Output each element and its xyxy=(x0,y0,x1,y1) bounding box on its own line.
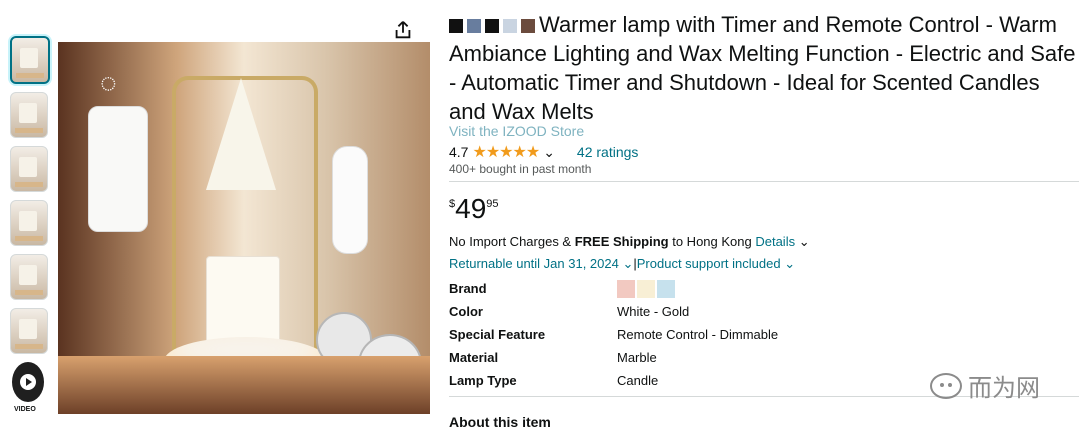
title-text: Warmer lamp with Timer and Remote Contro… xyxy=(449,12,1076,124)
product-title: Warmer lamp with Timer and Remote Contro… xyxy=(449,10,1079,126)
thumbnail-image[interactable] xyxy=(10,308,48,354)
spec-label: Material xyxy=(449,350,499,365)
lamp-shade xyxy=(206,78,276,190)
price-currency: $ xyxy=(449,198,456,210)
about-heading: About this item xyxy=(449,414,551,430)
chat-icon xyxy=(930,372,962,399)
brand-swatches xyxy=(617,277,949,300)
support-link[interactable]: Product support included xyxy=(637,256,781,271)
price-fraction: 95 xyxy=(486,198,499,210)
table-surface xyxy=(58,356,430,414)
product-specs: Brand Color White - Gold Special Feature R… xyxy=(449,277,949,392)
store-link[interactable]: Visit the IZOOD Store xyxy=(449,123,584,139)
chevron-down-icon[interactable]: ⌄ xyxy=(619,256,633,271)
thumbnail-table xyxy=(15,236,43,241)
spec-row: Material Marble xyxy=(449,346,949,369)
rating-row: 4.7 ★★★★★ ⌄ 42 ratings xyxy=(449,142,638,162)
ratings-link[interactable]: 42 ratings xyxy=(577,144,638,160)
color-swatch xyxy=(617,279,635,298)
shipping-info: No Import Charges & FREE Shipping to Hon… xyxy=(449,234,810,250)
returnable-link[interactable]: Returnable until Jan 31, 2024 xyxy=(449,256,619,271)
watermark: 而为网 xyxy=(930,368,1040,403)
shipping-location: to Hong Kong xyxy=(668,234,756,249)
spec-row: Brand xyxy=(449,277,949,300)
star-rating-icon[interactable]: ★★★★★ xyxy=(472,142,540,162)
thumbnail-table xyxy=(15,290,43,295)
divider xyxy=(449,181,1079,182)
spec-row: Lamp Type Candle xyxy=(449,369,949,392)
thumbnail-image[interactable] xyxy=(10,146,48,192)
price: $4995 xyxy=(449,194,499,224)
thumbnail-lamp xyxy=(19,319,37,339)
spec-row: Special Feature Remote Control - Dimmable xyxy=(449,323,949,346)
thumbnail-image[interactable] xyxy=(10,254,48,300)
spec-label: Brand xyxy=(449,281,487,296)
purchase-count: 400+ bought in past month xyxy=(449,162,592,176)
main-product-image[interactable]: ◌ xyxy=(58,42,430,414)
thumbnail-lamp xyxy=(19,265,37,285)
watermark-text: 而为网 xyxy=(968,375,1040,402)
thumbnail-list: VIDEO xyxy=(8,36,50,413)
dimmer-remote xyxy=(332,146,368,254)
thumbnail-image[interactable] xyxy=(10,200,48,246)
video-label: VIDEO xyxy=(14,406,36,413)
thumbnail-image[interactable] xyxy=(10,36,50,84)
price-whole: 49 xyxy=(455,193,487,224)
chevron-down-icon[interactable]: ⌄ xyxy=(781,256,795,271)
rating-value: 4.7 xyxy=(449,144,469,160)
blurred-text xyxy=(521,19,535,34)
thumbnail-lamp xyxy=(19,103,37,123)
thumbnail-image[interactable] xyxy=(10,92,48,138)
spec-value: Marble xyxy=(617,350,657,365)
play-icon xyxy=(20,374,36,390)
thumbnail-table xyxy=(15,128,43,133)
spec-label: Special Feature xyxy=(449,327,546,342)
returns-info: Returnable until Jan 31, 2024 ⌄|Product … xyxy=(449,256,795,272)
spec-label: Lamp Type xyxy=(449,373,517,388)
wifi-icon: ◌ xyxy=(100,67,117,98)
spec-label: Color xyxy=(449,304,483,319)
blurred-text xyxy=(467,19,481,34)
remote-control xyxy=(88,106,148,232)
candle-jar xyxy=(206,256,280,350)
blurred-text xyxy=(449,19,463,34)
color-swatch xyxy=(657,279,675,298)
free-shipping: FREE Shipping xyxy=(574,234,669,249)
shipping-prefix: No Import Charges & xyxy=(449,234,575,249)
thumbnail-lamp xyxy=(20,48,38,68)
share-icon[interactable] xyxy=(392,19,414,41)
blurred-text xyxy=(485,19,499,34)
chevron-down-icon[interactable]: ⌄ xyxy=(795,234,810,249)
shipping-details-link[interactable]: Details xyxy=(755,234,795,249)
thumbnail-table xyxy=(16,73,44,78)
thumbnail-table xyxy=(15,344,43,349)
spec-value: Remote Control - Dimmable xyxy=(617,327,779,342)
thumbnail-table xyxy=(15,182,43,187)
thumbnail-lamp xyxy=(19,211,37,231)
thumbnail-lamp xyxy=(19,157,37,177)
chevron-down-icon[interactable]: ⌄ xyxy=(543,144,555,161)
blurred-text xyxy=(503,19,517,34)
spec-value: Candle xyxy=(617,373,659,388)
video-thumbnail[interactable] xyxy=(12,362,44,402)
color-swatch xyxy=(637,279,655,298)
spec-value: White - Gold xyxy=(617,304,690,319)
spec-row: Color White - Gold xyxy=(449,300,949,323)
